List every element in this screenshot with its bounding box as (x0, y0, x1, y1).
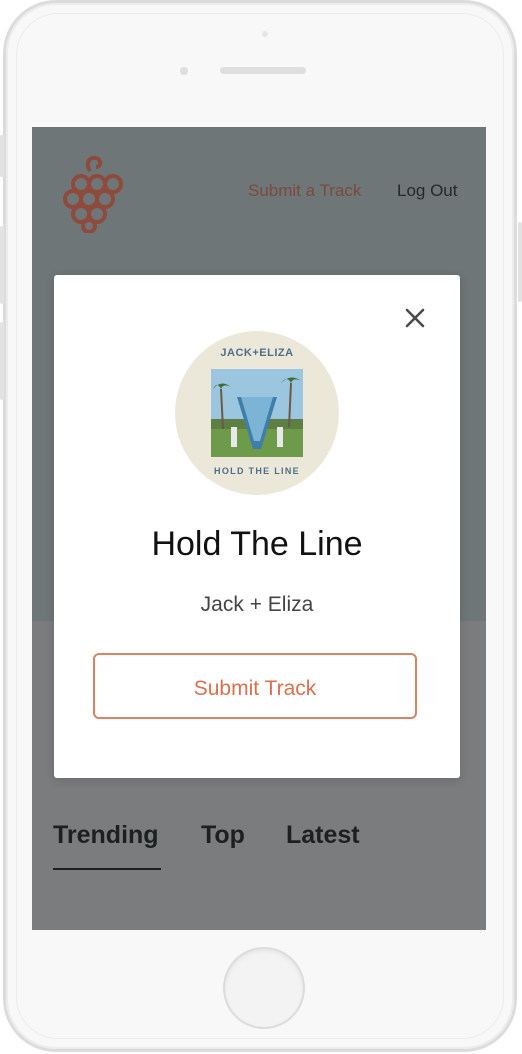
close-icon[interactable] (402, 305, 428, 331)
front-camera (262, 31, 268, 37)
sensor-dot (180, 67, 188, 75)
mute-switch (0, 135, 4, 177)
album-cover-title-text: HOLD THE LINE (214, 466, 300, 476)
nav-logout-link[interactable]: Log Out (397, 181, 458, 201)
power-button (518, 222, 522, 302)
submit-track-button[interactable]: Submit Track (93, 653, 417, 719)
track-modal: JACK+ELIZA HOLD THE LINE Hold The Line J… (54, 275, 460, 778)
home-button[interactable] (225, 949, 303, 1027)
volume-up-button (0, 226, 4, 304)
track-artist: Jack + Eliza (200, 593, 314, 616)
album-cover-artist-text: JACK+ELIZA (220, 347, 294, 359)
tab-top[interactable]: Top (201, 821, 245, 850)
nav-submit-track-link[interactable]: Submit a Track (248, 181, 361, 201)
tab-latest[interactable]: Latest (286, 821, 360, 850)
album-cover-photo (211, 369, 303, 457)
tab-trending[interactable]: Trending (53, 821, 159, 850)
earpiece-speaker (220, 67, 306, 74)
volume-down-button (0, 322, 4, 400)
track-title: Hold The Line (151, 525, 363, 563)
grapes-icon[interactable] (60, 153, 126, 233)
album-cover: JACK+ELIZA HOLD THE LINE (175, 331, 339, 495)
active-tab-indicator (53, 868, 161, 870)
